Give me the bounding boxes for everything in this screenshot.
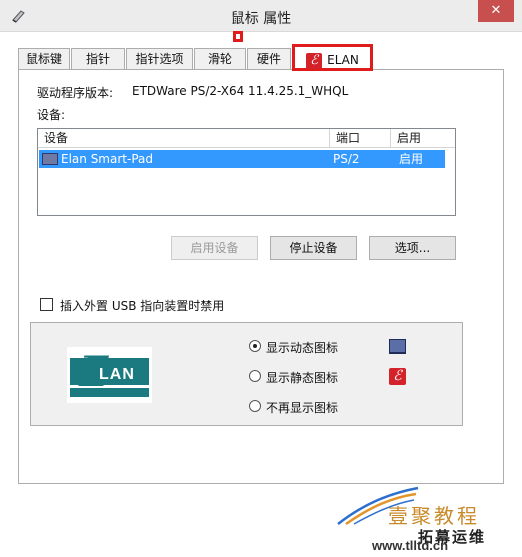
title-bar: 鼠标 属性 ✕ — [0, 0, 522, 32]
close-button[interactable]: ✕ — [478, 0, 514, 22]
touchpad-icon — [389, 339, 406, 354]
radio-dynamic-icon[interactable] — [249, 340, 261, 352]
tab-elan[interactable]: ℰ ELAN — [292, 44, 373, 71]
usb-disable-checkbox[interactable] — [40, 298, 53, 311]
device-name: Elan Smart-Pad — [61, 152, 153, 166]
radio-no-icon[interactable] — [249, 400, 261, 412]
tab-elan-label: ELAN — [327, 53, 359, 67]
devices-label: 设备: — [37, 108, 66, 122]
elan-icon: ℰ — [306, 52, 323, 69]
annotation-marker — [233, 31, 243, 42]
radio-no-icon-label: 不再显示图标 — [266, 401, 339, 415]
column-header-enabled[interactable]: 启用 — [391, 129, 455, 148]
tab-mouse-buttons[interactable]: 鼠标键 — [18, 48, 70, 70]
window-title: 鼠标 属性 — [230, 11, 292, 27]
column-header-device[interactable]: 设备 — [38, 129, 330, 148]
radio-static-icon[interactable] — [249, 370, 261, 382]
device-enabled: 启用 — [399, 152, 424, 166]
driver-version-value: ETDWare PS/2-X64 11.4.25.1_WHQL — [132, 84, 349, 98]
elan-icon: ℰ — [389, 368, 406, 385]
device-port: PS/2 — [333, 152, 360, 166]
driver-version-label: 驱动程序版本: — [37, 86, 114, 100]
stop-device-button[interactable]: 停止设备 — [270, 236, 357, 260]
options-button[interactable]: 选项... — [369, 236, 456, 260]
radio-static-icon-label: 显示静态图标 — [266, 371, 339, 385]
column-header-port[interactable]: 端口 — [330, 129, 391, 148]
radio-dynamic-icon-label: 显示动态图标 — [266, 341, 339, 355]
usb-disable-label: 插入外置 USB 指向装置时禁用 — [60, 299, 225, 313]
tab-pointers[interactable]: 指针 — [71, 48, 125, 70]
touchpad-icon — [42, 153, 58, 165]
watermark-title: 壹聚教程 — [388, 504, 480, 528]
elan-logo: E LAN — [67, 347, 152, 403]
logo-text: LAN — [99, 366, 135, 383]
tab-wheel[interactable]: 滑轮 — [194, 48, 246, 70]
device-list[interactable]: 设备 端口 启用 Elan Smart-Pad PS/2 启用 — [37, 128, 456, 216]
tab-pointer-options[interactable]: 指针选项 — [126, 48, 193, 70]
tab-strip: 鼠标键 指针 指针选项 滑轮 硬件 ℰ ELAN — [18, 44, 504, 71]
watermark-url: www.tlltd.cn — [372, 538, 449, 553]
device-list-header: 设备 端口 启用 — [38, 129, 455, 148]
enable-device-button[interactable]: 启用设备 — [171, 236, 258, 260]
device-row[interactable]: Elan Smart-Pad PS/2 启用 — [39, 150, 445, 168]
tab-hardware[interactable]: 硬件 — [247, 48, 291, 70]
